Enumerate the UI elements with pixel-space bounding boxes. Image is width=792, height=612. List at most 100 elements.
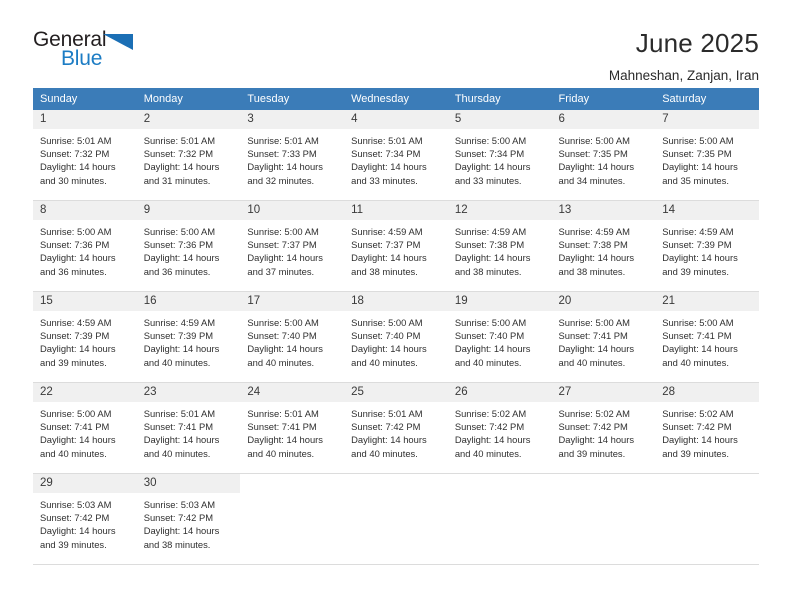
weekday-header-tuesday: Tuesday — [240, 88, 345, 110]
calendar-day-cell[interactable]: 27 Sunrise: 5:02 AM Sunset: 7:42 PM Dayligh… — [551, 383, 656, 473]
calendar-day-cell[interactable]: 11 Sunrise: 4:59 AM Sunset: 7:37 PM Dayligh… — [344, 201, 448, 291]
day-number: 5 — [447, 110, 552, 129]
day-details: Sunrise: 5:01 AM Sunset: 7:34 PM Daylight:… — [344, 129, 448, 187]
sunset-text: Sunset: 7:33 PM — [247, 148, 317, 160]
daylight-text-line2: and 39 minutes. — [40, 356, 107, 368]
sunrise-text: Sunrise: 4:59 AM — [351, 226, 423, 237]
weekday-header-friday: Friday — [551, 88, 656, 110]
sunset-text: Sunset: 7:41 PM — [40, 421, 110, 433]
daylight-text-line1: Daylight: 14 hours — [40, 161, 116, 173]
day-number: 23 — [136, 383, 241, 402]
calendar-day-cell[interactable]: 16 Sunrise: 4:59 AM Sunset: 7:39 PM Dayligh… — [136, 292, 241, 382]
daylight-text-line2: and 40 minutes. — [454, 447, 522, 459]
sunrise-text: Sunrise: 5:01 AM — [143, 408, 216, 419]
daylight-text-line1: Daylight: 14 hours — [351, 161, 427, 173]
daylight-text-line1: Daylight: 14 hours — [143, 343, 220, 355]
calendar-day-cell[interactable]: 8 Sunrise: 5:00 AM Sunset: 7:36 PM Daylight… — [33, 201, 137, 291]
calendar-day-cell[interactable]: 3 Sunrise: 5:01 AM Sunset: 7:33 PM Daylight… — [240, 110, 345, 200]
sunset-text: Sunset: 7:42 PM — [351, 421, 421, 433]
day-number: 10 — [240, 201, 345, 220]
sunrise-text: Sunrise: 5:00 AM — [662, 135, 734, 146]
sunset-text: Sunset: 7:42 PM — [40, 512, 110, 524]
calendar-day-cell[interactable]: 1 Sunrise: 5:01 AM Sunset: 7:32 PM Daylight… — [33, 110, 137, 200]
sunset-text: Sunset: 7:39 PM — [40, 330, 110, 342]
sunset-text: Sunset: 7:38 PM — [558, 239, 628, 251]
calendar-day-cell[interactable]: 21 Sunrise: 5:00 AM Sunset: 7:41 PM Dayligh… — [655, 292, 759, 382]
calendar-day-cell[interactable]: 9 Sunrise: 5:00 AM Sunset: 7:36 PM Daylight… — [136, 201, 241, 291]
sunset-text: Sunset: 7:40 PM — [247, 330, 317, 342]
calendar-cell-empty — [240, 474, 344, 564]
calendar-day-cell[interactable]: 5 Sunrise: 5:00 AM Sunset: 7:34 PM Daylight… — [447, 110, 552, 200]
sunrise-text: Sunrise: 4:59 AM — [143, 317, 216, 328]
daylight-text-line2: and 40 minutes. — [143, 356, 211, 368]
day-details: Sunrise: 5:01 AM Sunset: 7:41 PM Daylight:… — [240, 402, 344, 460]
sunrise-text: Sunrise: 5:02 AM — [662, 408, 734, 419]
day-number: 2 — [136, 110, 241, 129]
daylight-text-line1: Daylight: 14 hours — [558, 343, 635, 355]
sunrise-text: Sunrise: 5:02 AM — [558, 408, 630, 419]
calendar-week-row: 22 Sunrise: 5:00 AM Sunset: 7:41 PM Dayligh… — [33, 382, 759, 474]
day-details: Sunrise: 5:01 AM Sunset: 7:32 PM Daylight:… — [137, 129, 241, 187]
page-title: June 2025 — [635, 28, 759, 58]
day-details: Sunrise: 5:02 AM Sunset: 7:42 PM Daylight:… — [448, 402, 552, 460]
calendar-day-cell[interactable]: 19 Sunrise: 5:00 AM Sunset: 7:40 PM Dayligh… — [447, 292, 552, 382]
calendar-day-cell[interactable]: 14 Sunrise: 4:59 AM Sunset: 7:39 PM Dayligh… — [655, 201, 759, 291]
calendar-body: 1 Sunrise: 5:01 AM Sunset: 7:32 PM Daylight… — [33, 110, 759, 565]
day-details: Sunrise: 5:00 AM Sunset: 7:35 PM Daylight:… — [655, 129, 759, 187]
daylight-text-line2: and 33 minutes. — [351, 174, 418, 186]
day-number: 8 — [33, 201, 137, 220]
day-details: Sunrise: 5:00 AM Sunset: 7:40 PM Daylight:… — [344, 311, 448, 369]
calendar-day-cell[interactable]: 17 Sunrise: 5:00 AM Sunset: 7:40 PM Dayligh… — [240, 292, 345, 382]
calendar-day-cell[interactable]: 7 Sunrise: 5:00 AM Sunset: 7:35 PM Daylight… — [655, 110, 759, 200]
sunrise-text: Sunrise: 4:59 AM — [558, 226, 630, 237]
calendar-cell-empty — [344, 474, 448, 564]
daylight-text-line2: and 30 minutes. — [40, 174, 107, 186]
calendar-day-cell[interactable]: 24 Sunrise: 5:01 AM Sunset: 7:41 PM Dayligh… — [240, 383, 345, 473]
sunrise-text: Sunrise: 5:00 AM — [454, 317, 527, 328]
daylight-text-line2: and 38 minutes. — [143, 538, 211, 550]
calendar-day-cell[interactable]: 20 Sunrise: 5:00 AM Sunset: 7:41 PM Dayligh… — [551, 292, 656, 382]
weekday-header-wednesday: Wednesday — [344, 88, 448, 110]
day-number: 3 — [240, 110, 345, 129]
calendar-day-cell[interactable]: 23 Sunrise: 5:01 AM Sunset: 7:41 PM Dayligh… — [136, 383, 241, 473]
calendar-day-cell[interactable]: 25 Sunrise: 5:01 AM Sunset: 7:42 PM Dayligh… — [344, 383, 448, 473]
calendar-day-cell[interactable]: 29 Sunrise: 5:03 AM Sunset: 7:42 PM Dayligh… — [33, 474, 137, 564]
daylight-text-line1: Daylight: 14 hours — [247, 343, 323, 355]
daylight-text-line1: Daylight: 14 hours — [40, 252, 116, 264]
daylight-text-line2: and 34 minutes. — [558, 174, 626, 186]
calendar-day-cell[interactable]: 28 Sunrise: 5:02 AM Sunset: 7:42 PM Dayligh… — [655, 383, 759, 473]
day-number: 29 — [33, 474, 137, 493]
general-blue-logo[interactable]: General Blue — [33, 28, 137, 74]
calendar-day-cell[interactable]: 26 Sunrise: 5:02 AM Sunset: 7:42 PM Dayligh… — [447, 383, 552, 473]
calendar-day-cell[interactable]: 2 Sunrise: 5:01 AM Sunset: 7:32 PM Daylight… — [136, 110, 241, 200]
page-subtitle: Mahneshan, Zanjan, Iran — [608, 68, 759, 83]
daylight-text-line2: and 38 minutes. — [558, 265, 626, 277]
day-details: Sunrise: 5:02 AM Sunset: 7:42 PM Daylight:… — [552, 402, 656, 460]
calendar-week-row: 8 Sunrise: 5:00 AM Sunset: 7:36 PM Daylight… — [33, 200, 759, 292]
daylight-text-line1: Daylight: 14 hours — [143, 525, 220, 537]
calendar-day-cell[interactable]: 18 Sunrise: 5:00 AM Sunset: 7:40 PM Dayligh… — [344, 292, 448, 382]
daylight-text-line2: and 40 minutes. — [143, 447, 211, 459]
calendar-day-cell[interactable]: 4 Sunrise: 5:01 AM Sunset: 7:34 PM Daylight… — [344, 110, 448, 200]
day-number: 27 — [551, 383, 656, 402]
sunset-text: Sunset: 7:35 PM — [662, 148, 732, 160]
sunset-text: Sunset: 7:36 PM — [40, 239, 110, 251]
daylight-text-line1: Daylight: 14 hours — [351, 343, 427, 355]
calendar-day-cell[interactable]: 22 Sunrise: 5:00 AM Sunset: 7:41 PM Dayligh… — [33, 383, 137, 473]
calendar-day-cell[interactable]: 10 Sunrise: 5:00 AM Sunset: 7:37 PM Dayligh… — [240, 201, 345, 291]
calendar-day-cell[interactable]: 15 Sunrise: 4:59 AM Sunset: 7:39 PM Dayligh… — [33, 292, 137, 382]
calendar-day-cell[interactable]: 12 Sunrise: 4:59 AM Sunset: 7:38 PM Dayligh… — [447, 201, 552, 291]
calendar-day-cell[interactable]: 6 Sunrise: 5:00 AM Sunset: 7:35 PM Daylight… — [551, 110, 656, 200]
daylight-text-line1: Daylight: 14 hours — [662, 343, 738, 355]
day-number: 7 — [655, 110, 759, 129]
sunset-text: Sunset: 7:42 PM — [454, 421, 525, 433]
sunrise-text: Sunrise: 5:01 AM — [247, 408, 319, 419]
daylight-text-line2: and 40 minutes. — [454, 356, 522, 368]
sunrise-text: Sunrise: 5:02 AM — [454, 408, 527, 419]
calendar-day-cell[interactable]: 13 Sunrise: 4:59 AM Sunset: 7:38 PM Dayligh… — [551, 201, 656, 291]
day-details: Sunrise: 5:00 AM Sunset: 7:35 PM Daylight:… — [552, 129, 656, 187]
sunset-text: Sunset: 7:34 PM — [351, 148, 421, 160]
day-number: 9 — [136, 201, 241, 220]
calendar-day-cell[interactable]: 30 Sunrise: 5:03 AM Sunset: 7:42 PM Dayligh… — [136, 474, 241, 564]
sunrise-text: Sunrise: 4:59 AM — [662, 226, 734, 237]
